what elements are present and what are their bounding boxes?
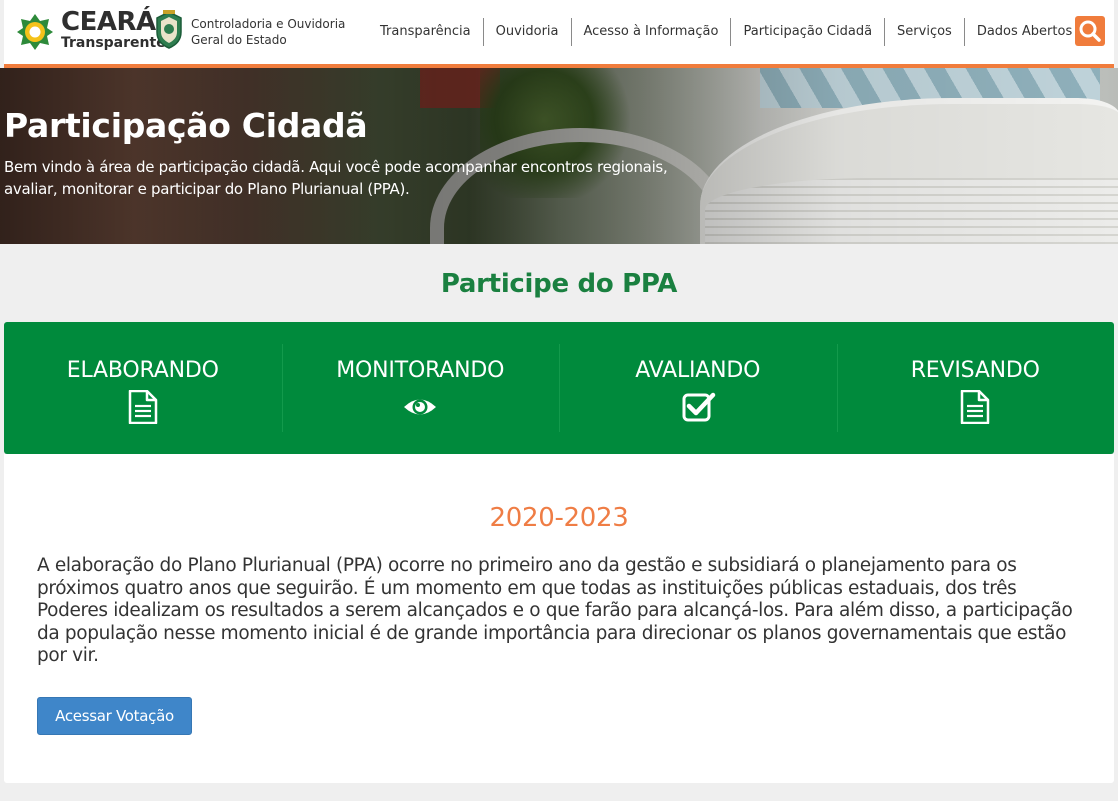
- nav-item-participacao-cidada[interactable]: Participação Cidadã: [730, 18, 884, 46]
- hero-subtitle: Bem vindo à área de participação cidadã.…: [4, 156, 704, 200]
- phase-avaliando[interactable]: AVALIANDO: [559, 322, 837, 454]
- checkbox-icon: [682, 392, 715, 422]
- phase-label: REVISANDO: [910, 358, 1040, 383]
- state-crest-icon: [156, 10, 182, 49]
- phase-label: ELABORANDO: [66, 358, 219, 383]
- org-name-line2: Geral do Estado: [191, 33, 287, 47]
- nav-item-servicos[interactable]: Serviços: [884, 18, 964, 46]
- section-title: Participe do PPA: [440, 269, 678, 299]
- org-name-line1: Controladoria e Ouvidoria: [191, 17, 346, 31]
- hero-subtitle-line2: avaliar, monitorar e participar do Plano…: [4, 180, 410, 198]
- ppa-description: A elaboração do Plano Plurianual (PPA) o…: [37, 555, 1073, 666]
- ppa-period: 2020-2023: [489, 503, 629, 533]
- hero-banner: Participação Cidadã Bem vindo à área de …: [0, 68, 1118, 244]
- logo-title[interactable]: CEARÁ: [61, 8, 156, 36]
- phase-revisando[interactable]: REVISANDO: [836, 322, 1115, 454]
- phase-content-card: 2020-2023 A elaboração do Plano Plurianu…: [4, 454, 1114, 783]
- nav-item-transparencia[interactable]: Transparência: [368, 18, 483, 46]
- search-button[interactable]: [1075, 16, 1105, 46]
- main-nav: Transparência Ouvidoria Acesso à Informa…: [368, 18, 1084, 46]
- ceara-sun-logo-icon[interactable]: [16, 13, 54, 51]
- nav-item-dados-abertos[interactable]: Dados Abertos: [963, 18, 1084, 46]
- org-name: Controladoria e Ouvidoria Geral do Estad…: [191, 16, 351, 48]
- document-icon: [128, 390, 157, 424]
- logo-subtitle[interactable]: Transparente: [61, 35, 166, 51]
- phase-label: AVALIANDO: [635, 358, 761, 383]
- top-header: CEARÁ Transparente Controladoria e Ouvid…: [4, 0, 1114, 68]
- document-icon: [961, 390, 990, 424]
- access-voting-button[interactable]: Acessar Votação: [37, 697, 192, 735]
- hero-subtitle-line1: Bem vindo à área de participação cidadã.…: [4, 158, 668, 176]
- eye-icon: [404, 399, 437, 415]
- nav-item-ouvidoria[interactable]: Ouvidoria: [482, 18, 571, 46]
- phase-label: MONITORANDO: [336, 358, 505, 383]
- phase-monitorando[interactable]: MONITORANDO: [281, 322, 560, 454]
- ppa-phases: ELABORANDO MONITORANDO AVALIANDO REVISAN…: [4, 322, 1114, 454]
- search-icon: [1079, 20, 1101, 42]
- nav-item-acesso-informacao[interactable]: Acesso à Informação: [570, 18, 731, 46]
- page-title: Participação Cidadã: [4, 106, 368, 145]
- phase-elaborando[interactable]: ELABORANDO: [4, 322, 282, 454]
